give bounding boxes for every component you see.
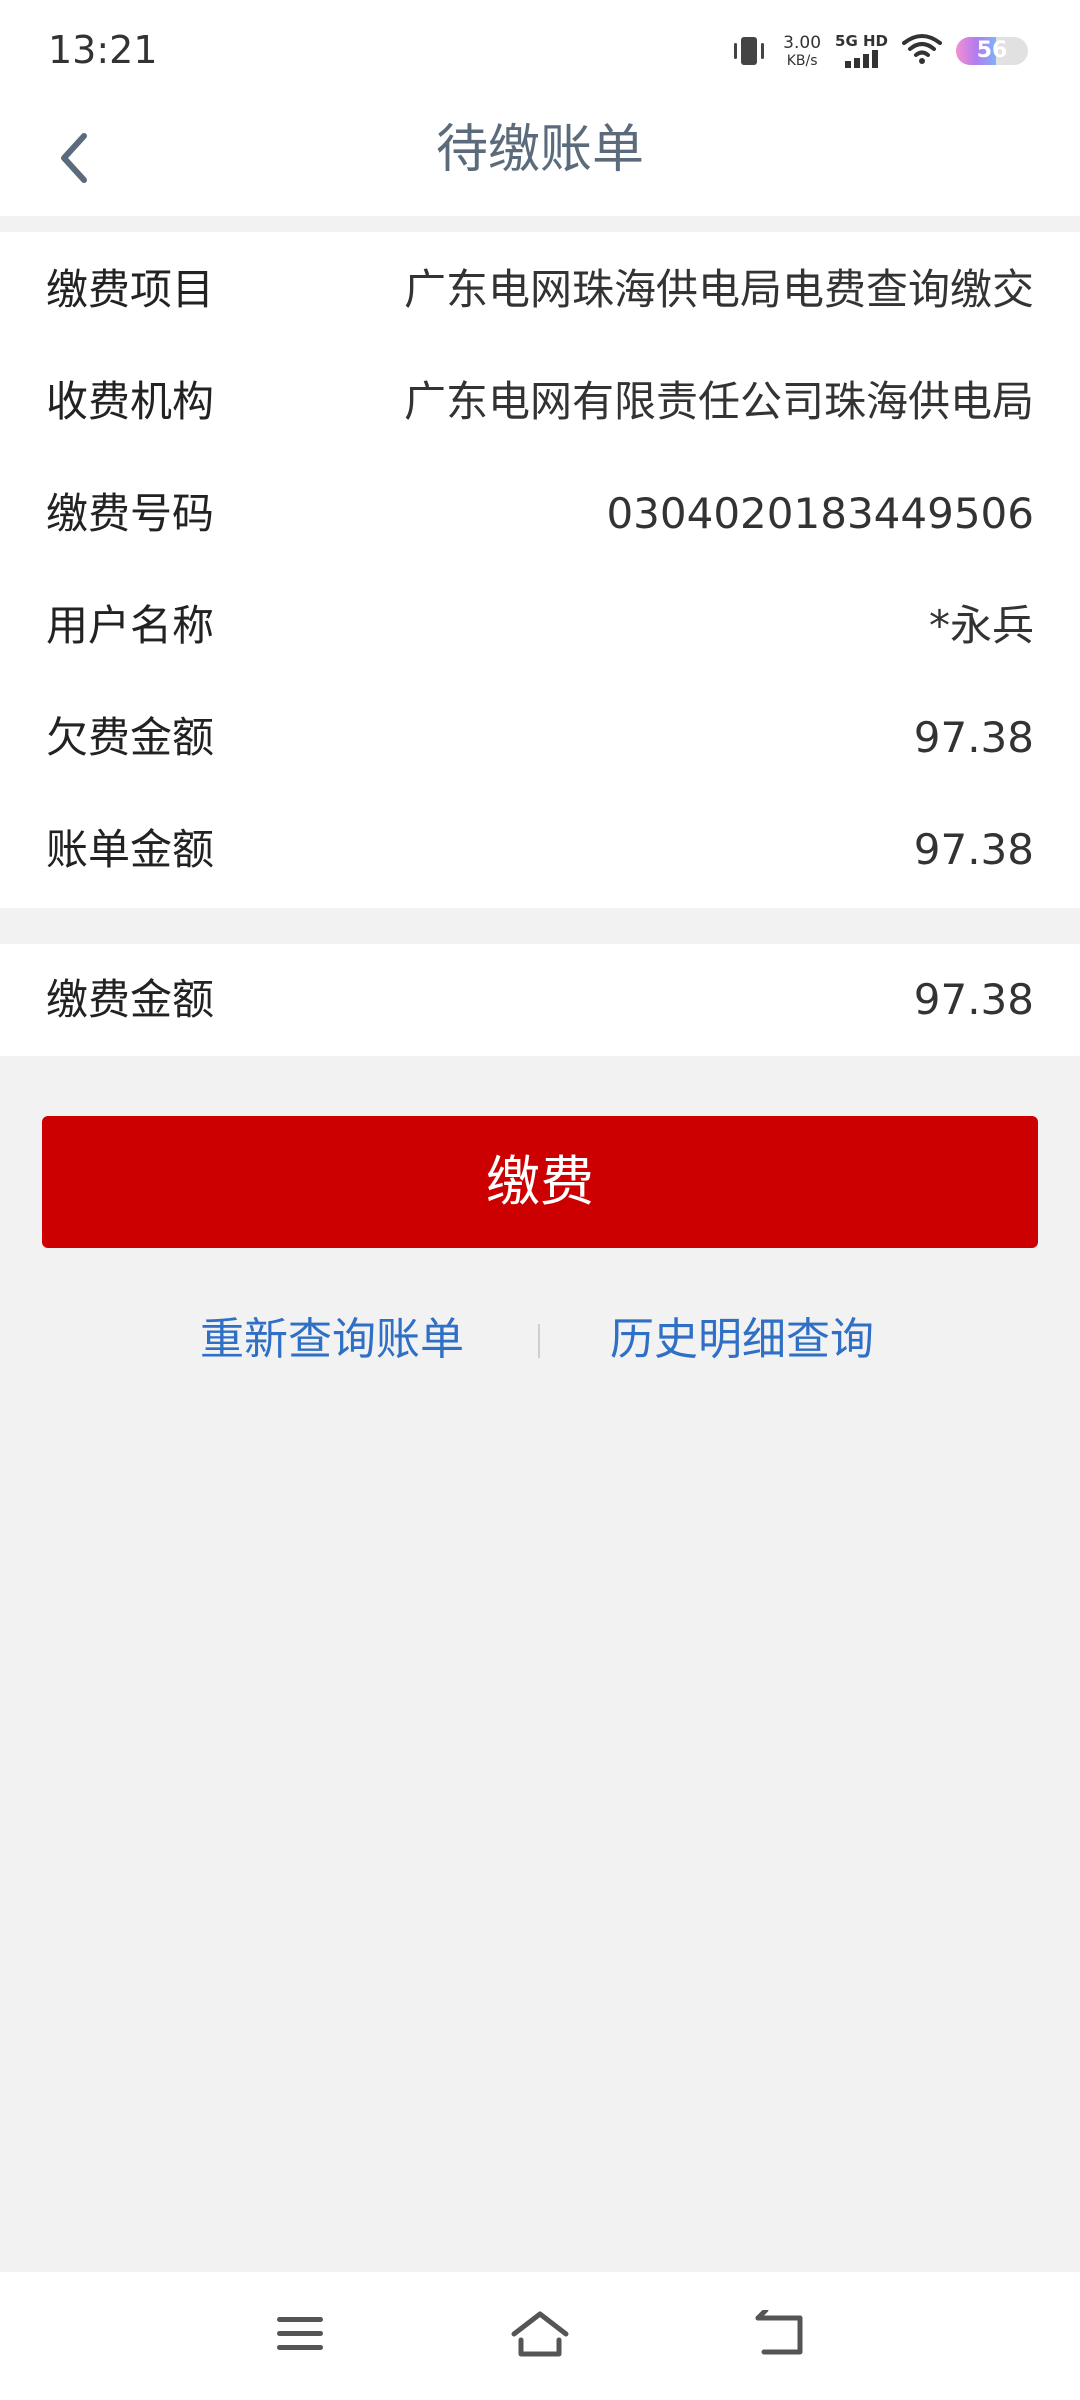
payment-amount-value: 97.38 [913, 975, 1034, 1024]
net-speed-value: 3.00 [783, 32, 822, 53]
status-time: 13:21 [48, 28, 158, 72]
net-speed-unit: KB/s [786, 52, 818, 69]
status-icons: 3.00 KB/s 5G HD 56 [729, 26, 1028, 76]
vibrate-icon [729, 34, 769, 68]
row-value: 广东电网珠海供电局电费查询缴交 [403, 265, 1034, 314]
battery-level: 56 [976, 38, 1008, 63]
row-label: 欠费金额 [46, 713, 215, 762]
row-value: 广东电网有限责任公司珠海供电局 [403, 377, 1034, 426]
wifi-icon [902, 33, 942, 69]
net-speed: 3.00 KB/s [783, 32, 822, 69]
home-icon [511, 2311, 569, 2357]
bill-row-item: 缴费项目 广东电网珠海供电局电费查询缴交 [0, 234, 1080, 346]
menu-button[interactable] [268, 2302, 332, 2366]
status-bar: 13:21 3.00 KB/s 5G HD 56 [0, 0, 1080, 100]
row-value: 97.38 [913, 713, 1034, 762]
back-icon [755, 2310, 803, 2355]
bill-row-arrears: 欠费金额 97.38 [0, 682, 1080, 794]
signal-label: 5G HD [835, 31, 888, 50]
battery-icon: 56 [956, 37, 1028, 65]
signal-icon: 5G HD [835, 31, 888, 69]
row-label: 用户名称 [46, 601, 215, 650]
page-title: 待缴账单 [435, 120, 644, 180]
requery-bill-link[interactable]: 重新查询账单 [200, 1300, 464, 1380]
payment-amount-label: 缴费金额 [46, 975, 215, 1024]
nav-bar: 待缴账单 [0, 100, 1080, 216]
row-label: 缴费项目 [46, 265, 215, 314]
row-value: *永兵 [928, 601, 1034, 650]
pay-button[interactable]: 缴费 [42, 1116, 1038, 1248]
system-back-button[interactable] [748, 2302, 812, 2366]
row-label: 缴费号码 [46, 489, 215, 538]
row-value: 0304020183449506 [606, 489, 1034, 538]
payment-amount-card: 缴费金额 97.38 [0, 944, 1080, 1056]
action-links: 重新查询账单 历史明细查询 [0, 1300, 1080, 1380]
payment-amount-row: 缴费金额 97.38 [0, 944, 1080, 1056]
row-label: 收费机构 [46, 377, 215, 426]
row-label: 账单金额 [46, 825, 215, 874]
bill-info-card: 缴费项目 广东电网珠海供电局电费查询缴交 收费机构 广东电网有限责任公司珠海供电… [0, 232, 1080, 908]
bill-row-user-name: 用户名称 *永兵 [0, 570, 1080, 682]
bill-row-account-number: 缴费号码 0304020183449506 [0, 458, 1080, 570]
history-detail-link[interactable]: 历史明细查询 [610, 1300, 874, 1380]
home-button[interactable] [508, 2302, 572, 2366]
bill-row-organization: 收费机构 广东电网有限责任公司珠海供电局 [0, 346, 1080, 458]
system-nav-bar [0, 2272, 1080, 2400]
bill-row-bill-amount: 账单金额 97.38 [0, 794, 1080, 906]
link-divider [538, 1324, 540, 1358]
row-value: 97.38 [913, 825, 1034, 874]
menu-icon [277, 2317, 323, 2350]
